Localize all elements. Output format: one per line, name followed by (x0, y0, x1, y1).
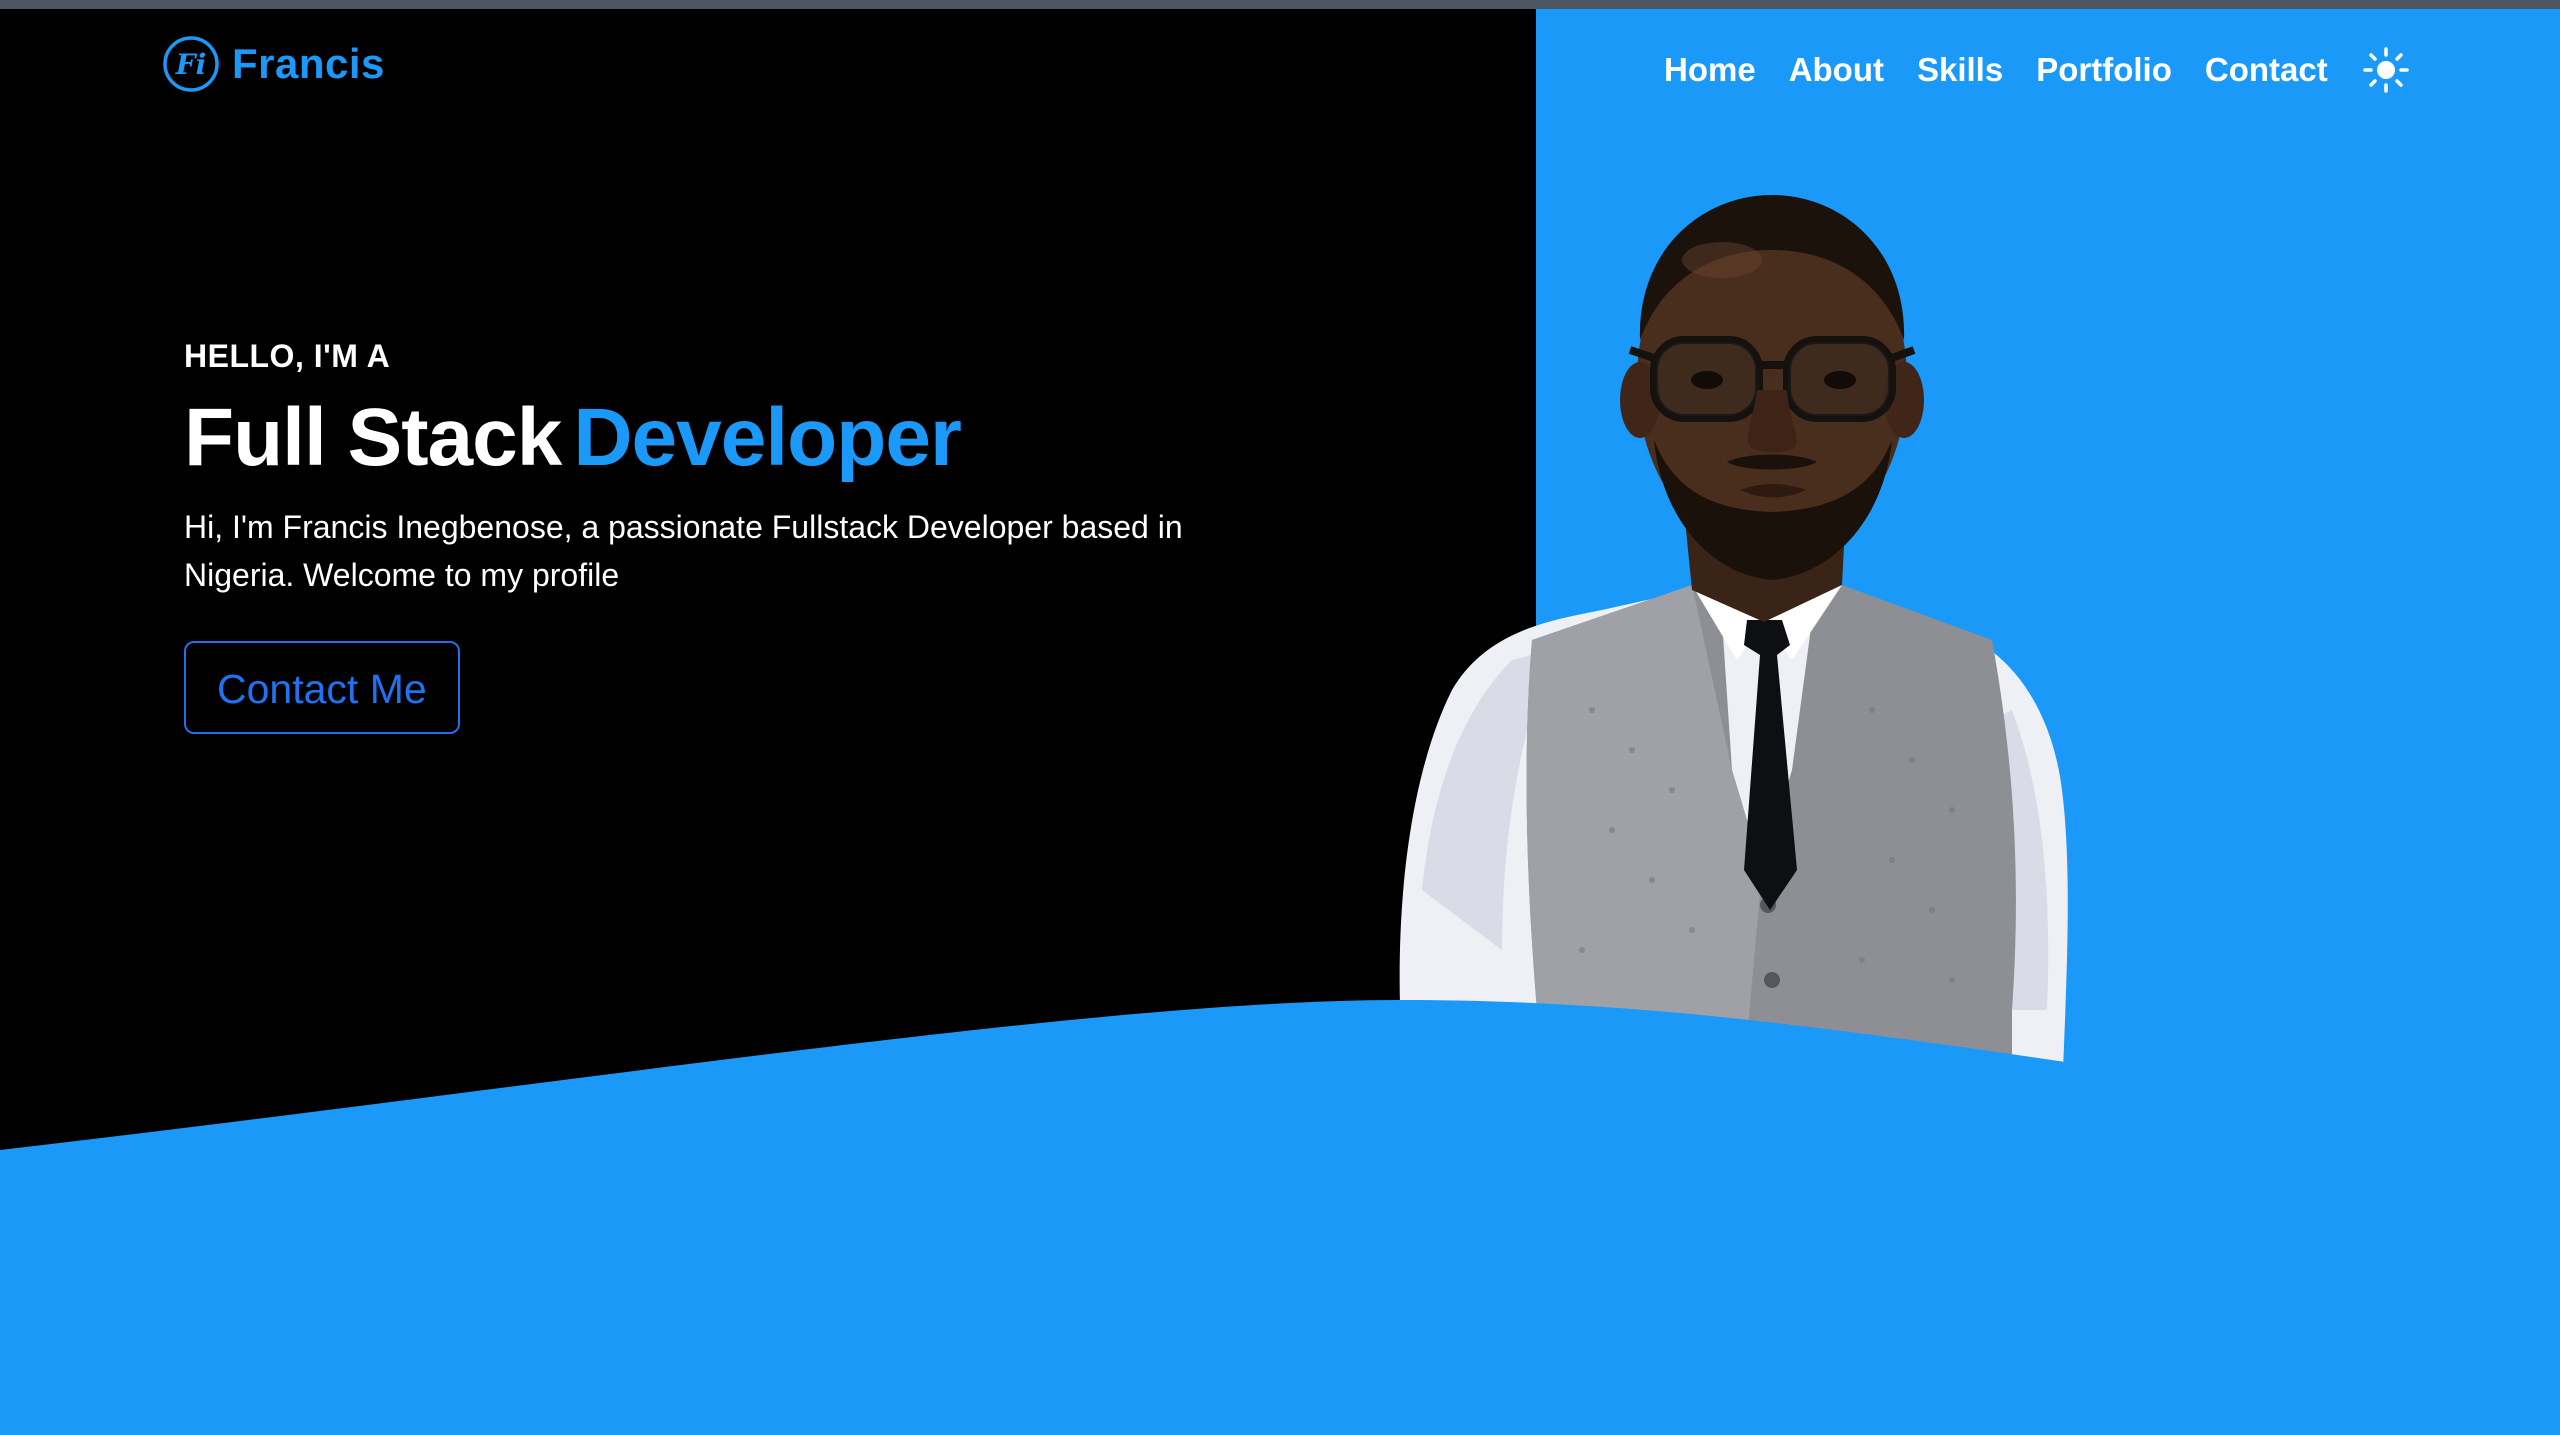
intro-line-1: Hi, I'm Francis Inegbenose, a passionate… (184, 509, 1183, 546)
nav-item-skills[interactable]: Skills (1917, 51, 2003, 89)
nav-item-contact[interactable]: Contact (2205, 51, 2328, 89)
page: Fi Francis Home About Skills Portfolio C… (0, 0, 2560, 1435)
intro-line-2: Nigeria. Welcome to my profile (184, 557, 620, 594)
monogram-logo-icon: Fi (163, 36, 219, 92)
hero-eyebrow: HELLO, I'M A (184, 338, 391, 374)
headline-accent: Developer (573, 392, 962, 483)
headline-plain: Full Stack (184, 392, 562, 483)
brand-name: Francis (232, 40, 385, 87)
nav-item-portfolio[interactable]: Portfolio (2036, 51, 2172, 89)
svg-text:Fi: Fi (175, 48, 207, 81)
hero-section: HELLO, I'M A Full Stack Developer Hi, I'm… (184, 338, 1284, 735)
hero-intro: Hi, I'm Francis Inegbenose, a passionate… (184, 503, 1224, 599)
navbar: Fi Francis Home About Skills Portfolio C… (0, 9, 2560, 119)
hero-headline: Full Stack Developer (184, 392, 1284, 483)
nav-item-home[interactable]: Home (1664, 51, 1756, 89)
browser-top-strip (0, 0, 2560, 9)
nav-item-about[interactable]: About (1789, 51, 1884, 89)
contact-me-button[interactable]: Contact Me (184, 641, 460, 735)
brand-logo[interactable]: Fi Francis (162, 35, 385, 93)
nav-menu: Home About Skills Portfolio Contact (1664, 47, 2409, 93)
sun-icon[interactable] (2362, 47, 2409, 93)
